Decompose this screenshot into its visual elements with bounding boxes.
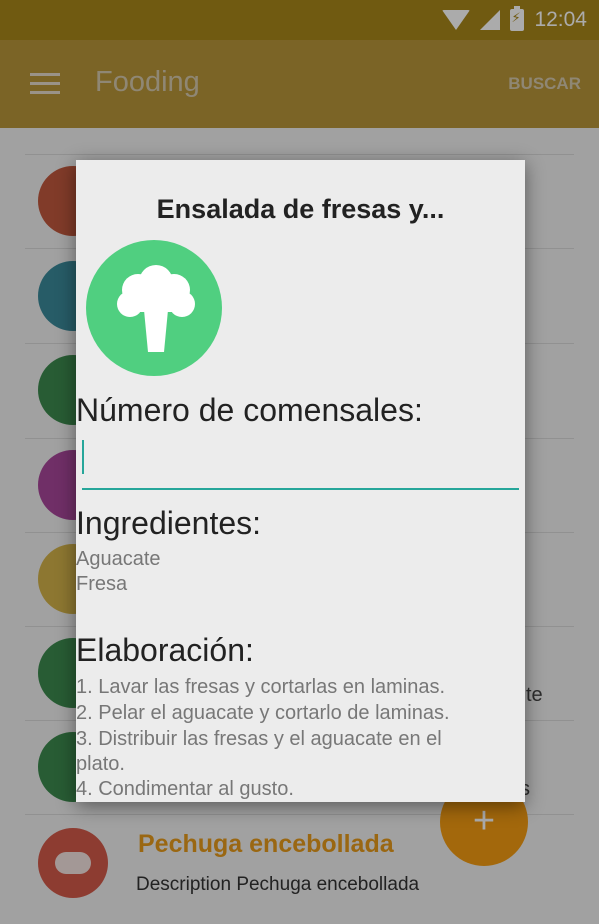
recipe-image [86, 240, 222, 376]
broccoli-icon [117, 265, 195, 352]
elaboration-step: 3. Distribuir las fresas y el aguacate e… [76, 728, 442, 750]
elaboration-step: 2. Pelar el aguacate y cortarlo de lamin… [76, 702, 450, 724]
diners-input-wrapper [82, 434, 519, 490]
ingredient-item: Fresa [76, 573, 128, 595]
elaboration-step: plato. [76, 753, 125, 775]
dialog-title: Ensalada de fresas y... [156, 194, 445, 224]
ingredients-label: Ingredientes: [76, 505, 262, 541]
elaboration-label: Elaboración: [76, 632, 254, 668]
text-cursor [82, 440, 84, 474]
elaboration-step: 1. Lavar las fresas y cortarlas en lamin… [76, 676, 446, 698]
ingredient-item: Aguacate [76, 548, 161, 570]
recipe-detail-dialog: Ensalada de fresas y... Número de comens… [76, 160, 525, 802]
diners-input[interactable] [82, 438, 519, 490]
elaboration-step: 4. Condimentar al gusto. [76, 778, 294, 800]
diners-label: Número de comensales: [76, 392, 423, 428]
